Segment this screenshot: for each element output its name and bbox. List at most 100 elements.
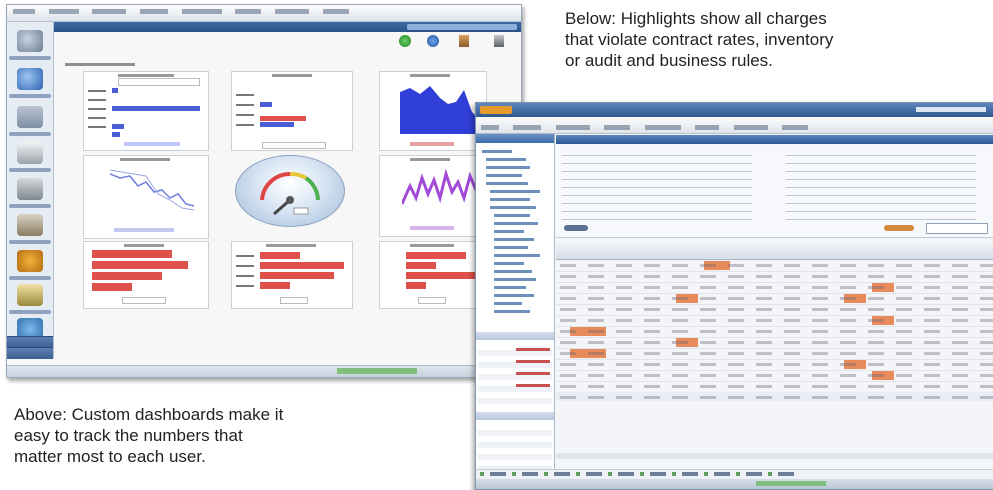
above-caption-line-3: matter most to each user. xyxy=(14,447,206,466)
tree-item[interactable] xyxy=(494,294,534,297)
status-progress xyxy=(337,368,417,374)
tree-item[interactable] xyxy=(490,190,540,193)
charges-toolbar xyxy=(476,117,993,134)
tree-link[interactable] xyxy=(516,384,550,387)
chart-bar xyxy=(112,132,120,137)
axis-label xyxy=(88,108,106,110)
toolbar-item[interactable] xyxy=(322,9,349,14)
toolbar-item[interactable] xyxy=(181,9,222,14)
chart-legend xyxy=(280,297,308,304)
toolbar-item[interactable] xyxy=(92,9,127,14)
details-header-bar xyxy=(556,135,993,144)
tree-item[interactable] xyxy=(482,150,512,153)
tree-link[interactable] xyxy=(516,348,550,351)
chart-panel-line-purple xyxy=(379,155,487,237)
chart-legend xyxy=(262,142,326,149)
dashboard-window xyxy=(6,4,522,378)
action-icon-blue[interactable] xyxy=(427,35,439,47)
chart-bar xyxy=(112,106,200,111)
axis-label xyxy=(236,114,254,116)
tree-link[interactable] xyxy=(516,372,550,375)
tree-item[interactable] xyxy=(486,182,528,185)
pencil-icon[interactable] xyxy=(17,284,43,306)
grid-legend xyxy=(476,469,993,479)
axis-label xyxy=(236,275,254,277)
tree-item[interactable] xyxy=(494,254,540,257)
chart-bar xyxy=(260,282,290,289)
horizontal-scrollbar[interactable] xyxy=(556,453,993,459)
tree-item[interactable] xyxy=(494,214,530,217)
toolbar-item[interactable] xyxy=(13,9,35,14)
charges-window xyxy=(475,102,993,490)
toolbar-item[interactable] xyxy=(235,9,262,14)
header-search[interactable] xyxy=(407,24,517,30)
above-caption: Above: Custom dashboards make it easy to… xyxy=(14,404,434,467)
gauge-chart xyxy=(235,155,345,227)
tree-item[interactable] xyxy=(494,238,534,241)
chart-bar xyxy=(260,252,300,259)
sidebar-label xyxy=(9,168,51,172)
chart-bar xyxy=(92,283,132,291)
tree-item[interactable] xyxy=(490,198,530,201)
chart-legend xyxy=(418,297,446,304)
action-icon-green[interactable] xyxy=(399,35,411,47)
chart-panel-red-bars-2 xyxy=(231,241,353,309)
sidebar-label xyxy=(9,94,51,98)
tree-item[interactable] xyxy=(494,278,536,281)
toolbar-item[interactable] xyxy=(481,125,499,130)
below-caption-line-1: Below: Highlights show all charges xyxy=(565,9,827,28)
sidebar-label xyxy=(9,56,51,60)
tree-item[interactable] xyxy=(486,158,526,161)
toolbar-item[interactable] xyxy=(604,125,631,130)
tree-item[interactable] xyxy=(486,166,530,169)
action-icon-user[interactable] xyxy=(459,35,469,47)
toolbar-item[interactable] xyxy=(733,125,768,130)
above-caption-line-2: easy to track the numbers that xyxy=(14,426,243,445)
action-icon-user-2[interactable] xyxy=(494,35,504,47)
sidebar-label xyxy=(9,310,51,314)
details-dropdown[interactable] xyxy=(926,223,988,234)
chart-bar xyxy=(260,122,294,127)
wrench-icon[interactable] xyxy=(17,214,43,236)
chart-bar xyxy=(112,124,124,129)
toolbar-item[interactable] xyxy=(555,125,590,130)
clipboard-icon[interactable] xyxy=(17,178,43,200)
axis-label xyxy=(236,124,254,126)
tree-header xyxy=(476,134,554,143)
tree-item[interactable] xyxy=(494,262,524,265)
monitor-icon[interactable] xyxy=(17,106,43,128)
document-icon[interactable] xyxy=(17,142,43,164)
user-info xyxy=(916,107,986,112)
toolbar-item[interactable] xyxy=(513,125,542,130)
chart-bar xyxy=(406,272,480,279)
dashboard-icon[interactable] xyxy=(17,30,43,52)
chart-panel-line xyxy=(83,155,209,239)
chart-bar xyxy=(260,102,272,107)
sidebar-section-button[interactable] xyxy=(7,347,53,359)
tree-item[interactable] xyxy=(486,174,522,177)
tree-link[interactable] xyxy=(516,360,550,363)
dashboard-status-bar xyxy=(7,365,521,377)
below-caption-line-2: that violate contract rates, inventory xyxy=(565,30,834,49)
details-action-icons[interactable] xyxy=(564,225,588,231)
chart-panel-bar-mixed xyxy=(231,71,353,151)
toolbar-item[interactable] xyxy=(140,9,169,14)
toolbar-item[interactable] xyxy=(695,125,720,130)
toolbar-item[interactable] xyxy=(48,9,79,14)
toolbar-item[interactable] xyxy=(275,9,310,14)
details-filter-icons[interactable] xyxy=(884,225,914,231)
settings-icon[interactable] xyxy=(17,250,43,272)
toolbar-item[interactable] xyxy=(644,125,681,130)
tree-item[interactable] xyxy=(494,222,538,225)
globe-icon[interactable] xyxy=(17,68,43,90)
chart-bar xyxy=(406,282,426,289)
tree-item[interactable] xyxy=(494,270,532,273)
tree-item[interactable] xyxy=(494,302,522,305)
tree-item[interactable] xyxy=(494,246,528,249)
tree-item[interactable] xyxy=(494,230,524,233)
tree-item[interactable] xyxy=(490,206,536,209)
chart-bar xyxy=(406,252,466,259)
tree-item[interactable] xyxy=(494,286,526,289)
toolbar-item[interactable] xyxy=(782,125,809,130)
tree-item[interactable] xyxy=(494,310,530,313)
